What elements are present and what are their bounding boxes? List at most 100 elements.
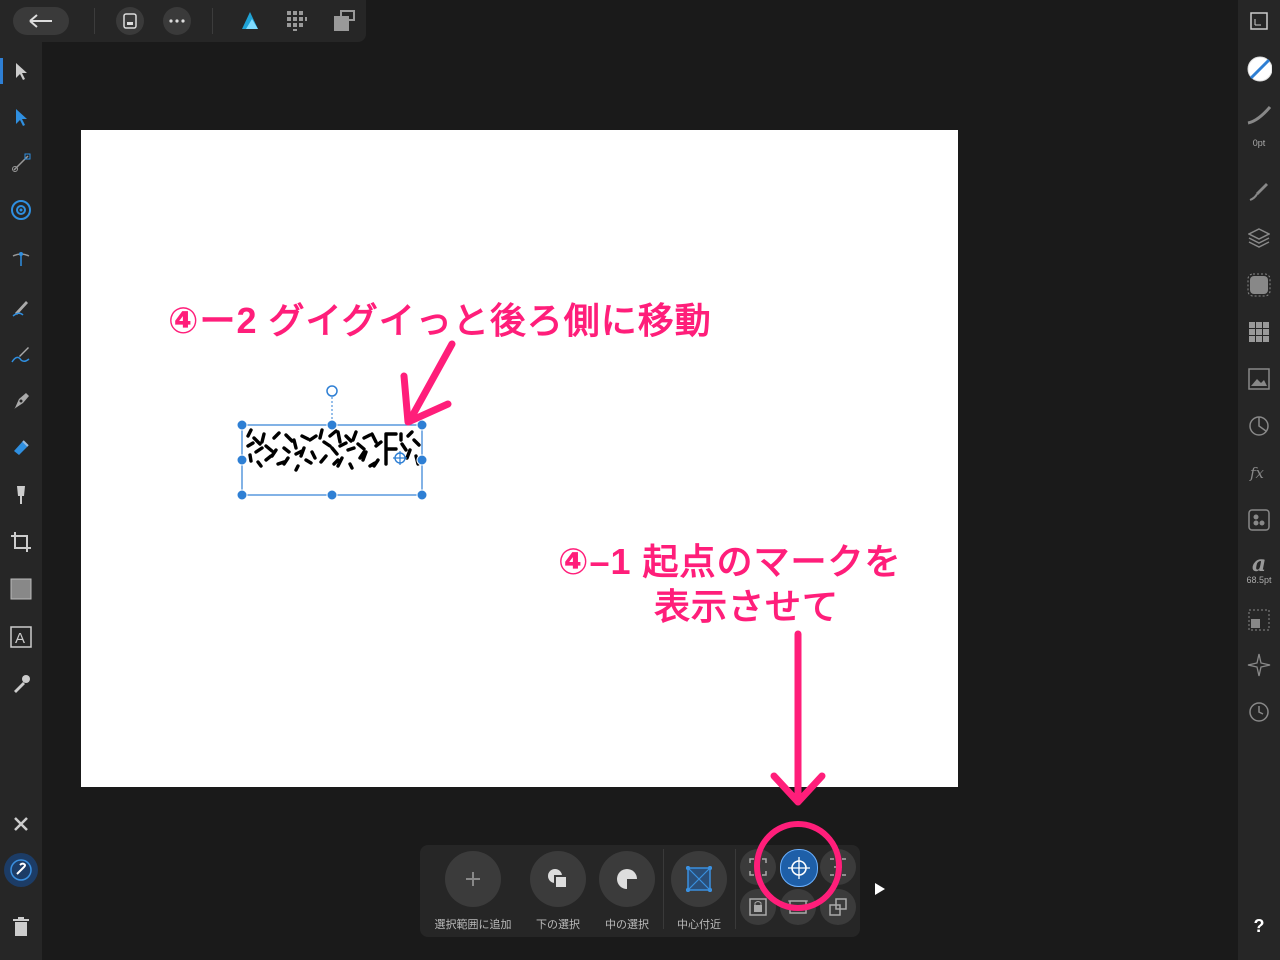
rectangle-tool[interactable] [8, 576, 34, 602]
stroke-width-label: 0pt [1252, 138, 1266, 148]
select-inside-button[interactable] [599, 851, 655, 907]
move-tool-icon [16, 63, 27, 80]
pencil-tool[interactable] [8, 294, 34, 320]
transform-center-button[interactable] [671, 851, 727, 907]
swatches-icon [1249, 322, 1269, 342]
transform-button[interactable] [1246, 413, 1272, 439]
contour-tool-icon [12, 252, 30, 266]
more-button[interactable] [163, 7, 191, 35]
more-icon [169, 19, 185, 23]
move-tool[interactable] [8, 58, 34, 84]
back-arrow-icon [29, 14, 52, 28]
document-icon [123, 13, 137, 29]
pixel-persona-button[interactable] [286, 10, 308, 32]
color-picker-tool-icon [14, 675, 30, 693]
select-inside-label: 中の選択 [605, 919, 649, 931]
node-tool-icon [16, 109, 27, 126]
swatches-button[interactable] [1246, 319, 1272, 345]
designer-persona-icon [242, 12, 258, 29]
constraints-icon [1248, 609, 1270, 631]
pen-tool[interactable] [8, 388, 34, 414]
layers-button[interactable] [1246, 225, 1272, 251]
symbols-button[interactable] [1246, 507, 1272, 533]
annotation-step2: ④ー2 グイグイっと後ろ側に移動 [168, 300, 712, 341]
transform-center-icon [686, 866, 712, 892]
export-persona-button[interactable] [333, 10, 355, 32]
pixel-persona-icon [287, 11, 307, 31]
document-button[interactable] [116, 7, 144, 35]
transparency-tool[interactable] [8, 482, 34, 508]
plus-icon [466, 872, 480, 886]
select-inside-icon [617, 869, 638, 890]
transparency-tool-icon [17, 486, 25, 504]
image-icon [1248, 368, 1270, 390]
contour-tool[interactable] [8, 245, 34, 271]
select-under-label: 下の選択 [536, 919, 580, 931]
transform-origin-marker[interactable] [393, 451, 407, 465]
close-button[interactable] [8, 811, 34, 837]
annotation-arrow-down [770, 630, 826, 806]
annotation-highlight-circle [754, 821, 842, 911]
pen-tool-icon [14, 393, 29, 409]
annotation-arrow-to-origin [400, 340, 456, 426]
navigator-icon [1250, 12, 1268, 30]
vector-brush-tool[interactable] [8, 341, 34, 367]
anchor-icon [1247, 653, 1271, 677]
artistic-text-tool-icon: A [10, 626, 32, 648]
navigator-button[interactable] [1246, 8, 1272, 34]
text-styles-button[interactable]: a [1246, 550, 1272, 576]
svg-text:A: A [15, 630, 25, 647]
font-size-label: 68.5pt [1246, 575, 1272, 585]
delete-button[interactable] [8, 914, 34, 940]
brushes-button[interactable] [1246, 178, 1272, 204]
trash-icon [13, 917, 29, 936]
crop-tool[interactable] [8, 529, 34, 555]
stroke-icon [1247, 106, 1272, 125]
stroke-button[interactable] [1246, 102, 1272, 128]
left-toolbar: A [0, 42, 42, 960]
effects-button[interactable] [1246, 272, 1272, 298]
anchor-button[interactable] [1246, 652, 1272, 678]
play-triangle-icon [875, 883, 885, 895]
rectangle-tool-icon [10, 578, 32, 600]
history-button[interactable] [1246, 699, 1272, 725]
fill-tool[interactable] [8, 434, 34, 460]
fx-button[interactable]: fx [1246, 460, 1272, 486]
point-transform-tool[interactable] [8, 197, 34, 223]
designer-persona-button[interactable] [238, 9, 262, 33]
select-under-button[interactable] [530, 851, 586, 907]
back-button[interactable] [13, 7, 69, 35]
svg-text:a: a [1252, 552, 1266, 574]
help-button[interactable]: ? [1238, 916, 1280, 937]
node-tool[interactable] [8, 104, 34, 130]
corner-tool-icon [12, 153, 31, 172]
close-icon [14, 817, 28, 831]
fx-icon: fx [1249, 464, 1265, 482]
crop-tool-icon [11, 532, 31, 552]
effects-icon [1247, 273, 1271, 297]
expand-context-button[interactable] [872, 880, 888, 898]
select-under-icon [548, 869, 568, 889]
add-to-selection-button[interactable] [445, 851, 501, 907]
constraints-button[interactable] [1246, 607, 1272, 633]
artistic-text-tool[interactable]: A [8, 624, 34, 650]
layers-icon [1248, 228, 1270, 248]
point-transform-tool-icon [11, 200, 31, 220]
top-toolbar [0, 0, 366, 42]
right-studio-panel: 0pt fx a 68.5pt ? [1238, 0, 1280, 960]
color-icon [1247, 56, 1272, 82]
export-persona-icon [334, 10, 355, 31]
transform-icon [1249, 416, 1269, 436]
history-icon [1249, 702, 1269, 722]
color-picker-tool[interactable] [8, 670, 34, 696]
symbols-icon [1248, 509, 1270, 531]
snapping-magnet-icon [10, 859, 32, 881]
corner-tool[interactable] [8, 150, 34, 176]
brushes-icon [1249, 183, 1268, 201]
image-button[interactable] [1246, 366, 1272, 392]
vector-brush-tool-icon [11, 347, 30, 363]
snapping-button[interactable] [4, 853, 38, 887]
color-button[interactable] [1246, 56, 1272, 82]
pencil-tool-icon [12, 301, 28, 317]
fill-tool-icon [14, 440, 29, 455]
